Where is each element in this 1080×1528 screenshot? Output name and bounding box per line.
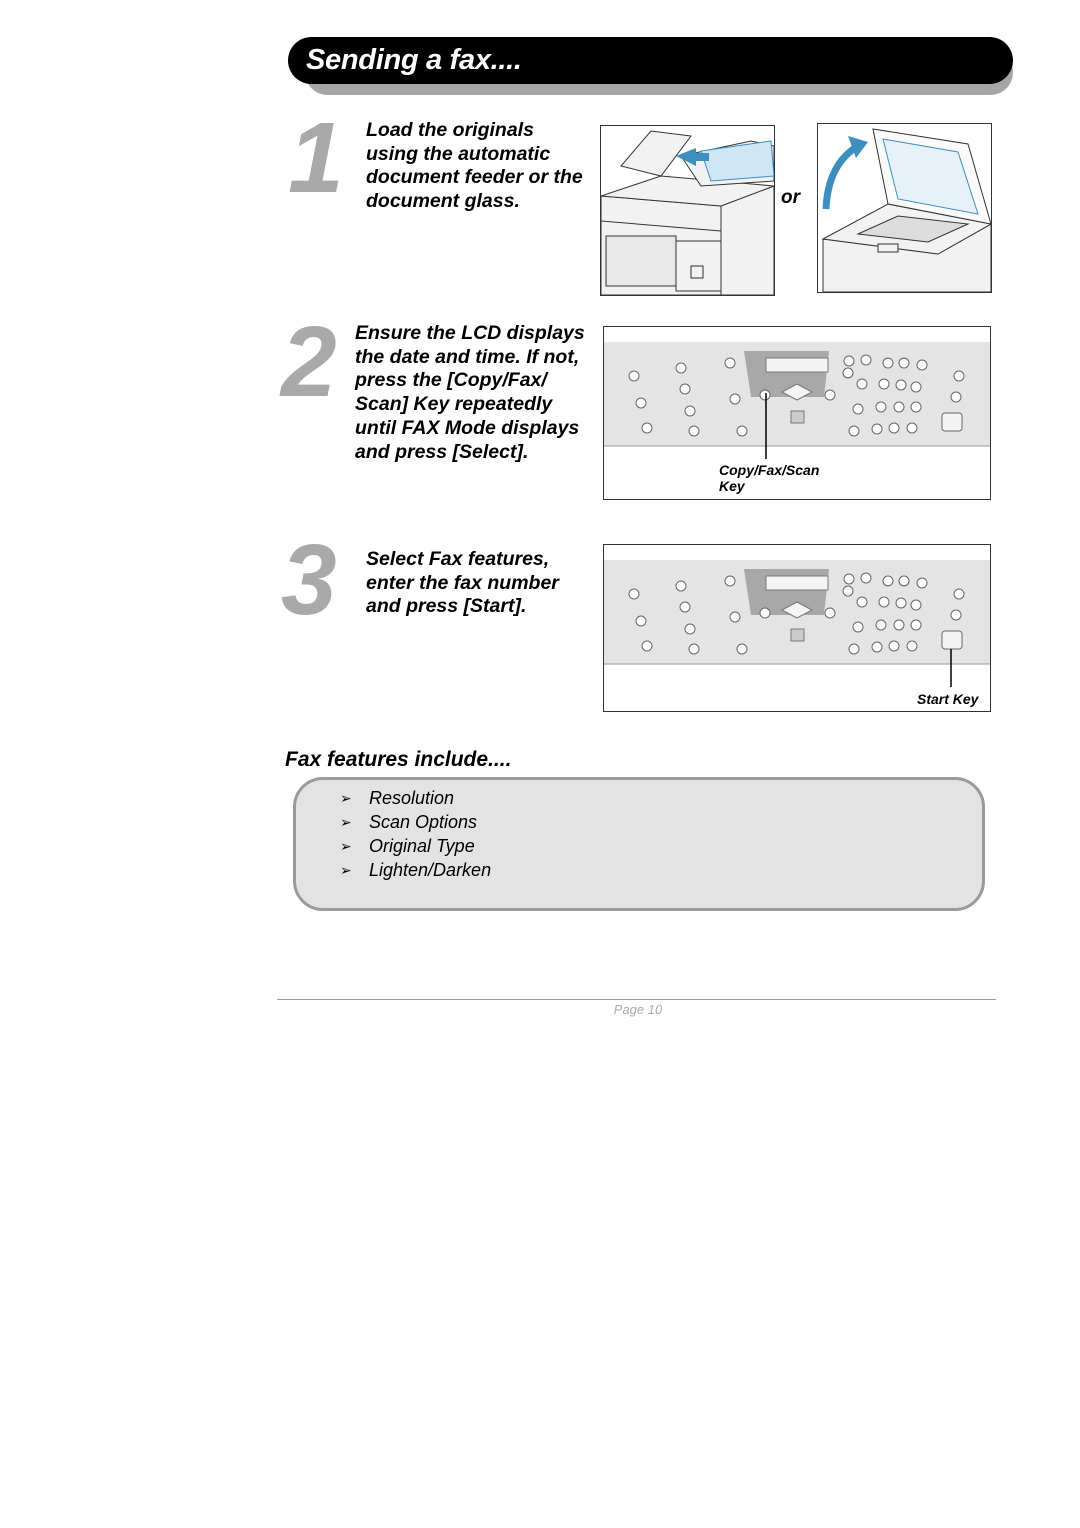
- step-line: Scan] Key repeatedly: [355, 393, 553, 416]
- step-line: Load the originals: [366, 119, 534, 141]
- step-line: press the [Copy/Fax/: [355, 369, 547, 392]
- start-key-label: Start Key: [917, 691, 979, 707]
- step-line: Select Fax features,: [366, 548, 550, 570]
- arrowhead-bullet-icon: ➢: [340, 838, 352, 854]
- feature-label: Resolution: [369, 788, 455, 808]
- step-line: document feeder or the: [366, 166, 583, 189]
- step-line: and press [Start].: [366, 595, 527, 618]
- step-line: document glass.: [366, 190, 520, 213]
- step-line: using the automatic: [366, 142, 551, 165]
- step-line: and press [Select].: [355, 440, 529, 463]
- page-title: Sending a fax....: [306, 44, 522, 76]
- feature-label: Original Type: [369, 836, 475, 856]
- or-label: or: [781, 187, 800, 208]
- arrowhead-bullet-icon: ➢: [340, 814, 352, 830]
- control-panel-image-2: Start Key: [603, 544, 991, 712]
- copier-feeder-image: [600, 125, 775, 296]
- label-line: Key: [719, 478, 745, 494]
- step-line: the date and time. If not,: [355, 345, 580, 368]
- features-title: Fax features include....: [285, 748, 512, 771]
- feature-label: Lighten/Darken: [369, 860, 492, 880]
- step-number-2: 2: [281, 306, 337, 418]
- step-3-text: Select Fax features, enter the fax numbe…: [366, 548, 559, 619]
- step-number-1: 1: [288, 102, 344, 214]
- page-number: Page 10: [613, 1002, 663, 1017]
- step-line: enter the fax number: [366, 571, 559, 594]
- step-line: until FAX Mode displays: [355, 416, 580, 439]
- copy-fax-scan-key-label: Copy/Fax/Scan Key: [719, 462, 819, 494]
- copier-glass-image: [817, 123, 992, 293]
- feature-label: Scan Options: [369, 812, 478, 832]
- features-box: ➢ Resolution ➢ Scan Options ➢ Original Type…: [293, 777, 985, 911]
- label-line: Copy/Fax/Scan: [719, 462, 820, 478]
- arrowhead-bullet-icon: ➢: [340, 862, 352, 878]
- footer-divider: [277, 999, 996, 1000]
- step-number-3: 3: [281, 524, 337, 636]
- arrowhead-bullet-icon: ➢: [340, 790, 352, 806]
- step-line: Ensure the LCD displays: [355, 322, 585, 344]
- panel-drawing: [604, 342, 990, 447]
- control-panel-image-1: Copy/Fax/Scan Key: [603, 326, 991, 500]
- panel-drawing: [604, 560, 990, 665]
- step-1-text: Load the originals using the automatic d…: [366, 119, 583, 214]
- step-2-text: Ensure the LCD displays the date and tim…: [355, 322, 585, 464]
